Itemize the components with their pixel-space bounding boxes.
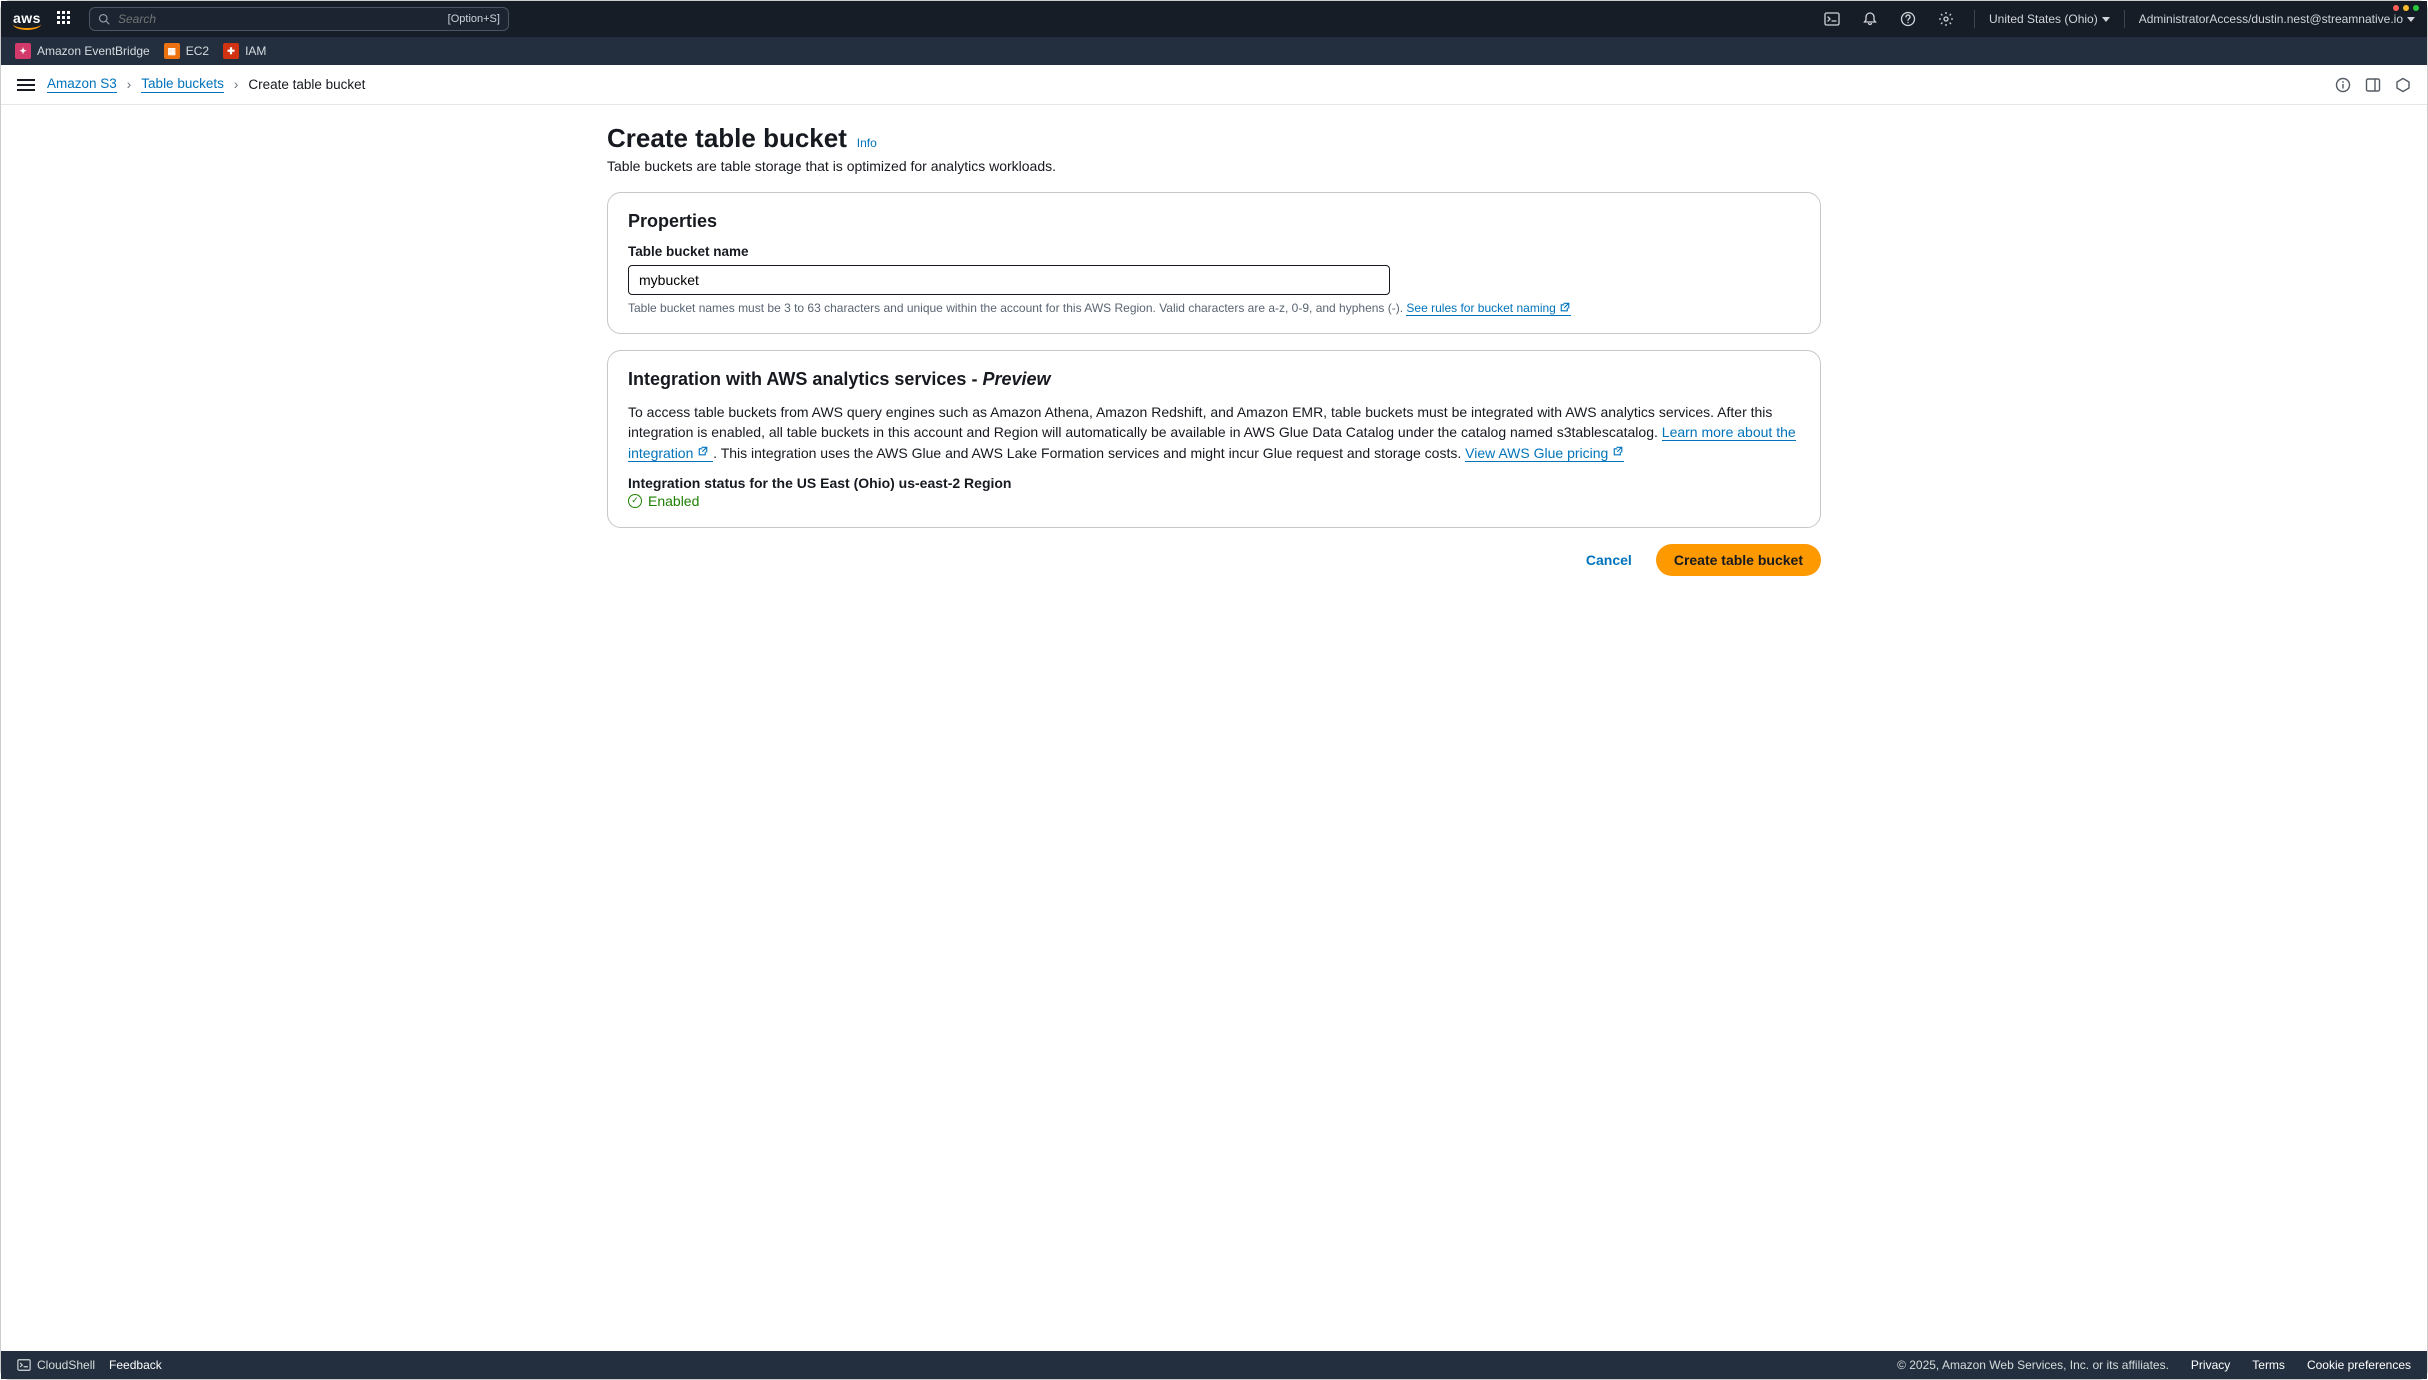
- eventbridge-icon: ✦: [15, 43, 31, 59]
- search-shortcut: [Option+S]: [448, 13, 500, 25]
- info-drawer-icon[interactable]: [2335, 77, 2351, 93]
- breadcrumb-bar: Amazon S3 › Table buckets › Create table…: [1, 65, 2427, 105]
- cloudshell-footer-button[interactable]: CloudShell: [17, 1358, 95, 1372]
- notifications-icon[interactable]: [1856, 5, 1884, 33]
- service-shortcuts-bar: ✦ Amazon EventBridge ▦ EC2 ✚ IAM: [1, 37, 2427, 65]
- footer: CloudShell Feedback © 2025, Amazon Web S…: [1, 1351, 2427, 1379]
- cloudshell-icon[interactable]: [1818, 5, 1846, 33]
- shortcut-iam[interactable]: ✚ IAM: [223, 43, 266, 59]
- success-icon: ✓: [628, 494, 642, 508]
- help-icon[interactable]: [1894, 5, 1922, 33]
- terms-link[interactable]: Terms: [2252, 1358, 2285, 1372]
- integration-description: To access table buckets from AWS query e…: [628, 402, 1800, 463]
- shortcut-label: Amazon EventBridge: [37, 44, 150, 58]
- breadcrumb-separator: ›: [127, 77, 132, 92]
- breadcrumb-s3[interactable]: Amazon S3: [47, 76, 117, 93]
- helper-text: Table bucket names must be 3 to 63 chara…: [628, 301, 1406, 315]
- main-content: Create table bucket Info Table buckets a…: [1, 105, 2427, 1351]
- breadcrumb-table-buckets[interactable]: Table buckets: [141, 76, 224, 93]
- region-selector[interactable]: United States (Ohio): [1989, 12, 2110, 26]
- search-icon: [98, 13, 110, 25]
- breadcrumb-current: Create table bucket: [248, 77, 365, 92]
- cloudshell-icon: [17, 1358, 31, 1372]
- bucket-name-label: Table bucket name: [628, 244, 1800, 259]
- integration-status-label: Integration status for the US East (Ohio…: [628, 475, 1800, 491]
- side-nav-toggle[interactable]: [17, 79, 35, 91]
- shortcut-ec2[interactable]: ▦ EC2: [164, 43, 209, 59]
- shortcut-label: IAM: [245, 44, 266, 58]
- cookie-preferences-link[interactable]: Cookie preferences: [2307, 1358, 2411, 1372]
- page-subtitle: Table buckets are table storage that is …: [607, 158, 1821, 174]
- feedback-link[interactable]: Feedback: [109, 1358, 162, 1372]
- ec2-icon: ▦: [164, 43, 180, 59]
- preview-badge: Preview: [982, 369, 1050, 389]
- properties-panel: Properties Table bucket name Table bucke…: [607, 192, 1821, 334]
- properties-heading: Properties: [628, 211, 1800, 232]
- account-label: AdministratorAccess/dustin.nest@streamna…: [2139, 12, 2403, 26]
- refresh-diagnostics-icon[interactable]: [2395, 77, 2411, 93]
- privacy-link[interactable]: Privacy: [2191, 1358, 2230, 1372]
- bucket-name-helper: Table bucket names must be 3 to 63 chara…: [628, 301, 1800, 315]
- cancel-button[interactable]: Cancel: [1580, 544, 1638, 576]
- global-search[interactable]: [Option+S]: [89, 7, 509, 31]
- glue-pricing-link[interactable]: View AWS Glue pricing: [1465, 445, 1624, 462]
- copyright: © 2025, Amazon Web Services, Inc. or its…: [1897, 1358, 2169, 1372]
- chevron-down-icon: [2102, 17, 2110, 22]
- region-label: United States (Ohio): [1989, 12, 2098, 26]
- breadcrumbs: Amazon S3 › Table buckets › Create table…: [47, 76, 365, 93]
- integration-heading: Integration with AWS analytics services …: [628, 369, 1800, 390]
- search-input[interactable]: [116, 11, 266, 27]
- account-selector[interactable]: AdministratorAccess/dustin.nest@streamna…: [2139, 12, 2415, 26]
- aws-logo[interactable]: aws: [13, 10, 41, 29]
- external-link-icon: [1612, 445, 1624, 457]
- settings-icon[interactable]: [1932, 5, 1960, 33]
- integration-panel: Integration with AWS analytics services …: [607, 350, 1821, 528]
- bucket-name-input[interactable]: [628, 265, 1390, 295]
- window-controls: [2393, 5, 2419, 11]
- page-title: Create table bucket: [607, 123, 847, 153]
- shortcut-eventbridge[interactable]: ✦ Amazon EventBridge: [15, 43, 150, 59]
- panel-layout-icon[interactable]: [2365, 77, 2381, 93]
- info-link[interactable]: Info: [857, 136, 877, 150]
- integration-status-value: ✓ Enabled: [628, 493, 1800, 509]
- form-actions: Cancel Create table bucket: [607, 544, 1821, 576]
- create-table-bucket-button[interactable]: Create table bucket: [1656, 544, 1821, 576]
- iam-icon: ✚: [223, 43, 239, 59]
- chevron-down-icon: [2407, 17, 2415, 22]
- external-link-icon: [1559, 301, 1571, 313]
- page-header: Create table bucket Info Table buckets a…: [607, 123, 1821, 174]
- services-grid-icon[interactable]: [51, 5, 79, 33]
- bucket-naming-rules-link[interactable]: See rules for bucket naming: [1406, 301, 1571, 316]
- top-nav: aws [Option+S] United States (Ohio) Admi…: [1, 1, 2427, 37]
- shortcut-label: EC2: [186, 44, 209, 58]
- breadcrumb-separator: ›: [234, 77, 239, 92]
- external-link-icon: [697, 445, 709, 457]
